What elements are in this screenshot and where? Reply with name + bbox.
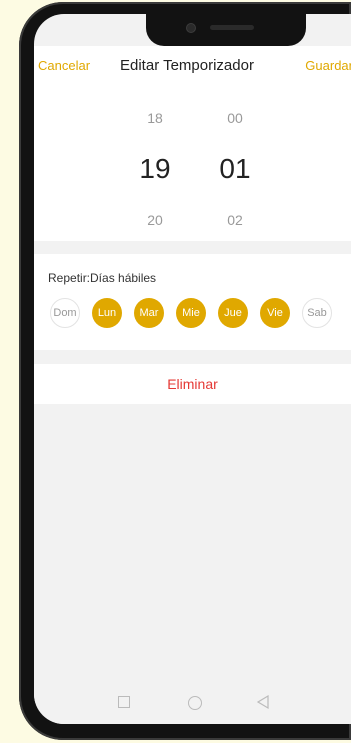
recent-apps-icon[interactable] (118, 696, 130, 708)
front-camera-icon (186, 23, 196, 33)
day-toggle-dom[interactable]: Dom (50, 298, 80, 328)
day-toggle-jue[interactable]: Jue (218, 298, 248, 328)
cancel-button[interactable]: Cancelar (38, 58, 90, 73)
day-toggle-mar[interactable]: Mar (134, 298, 164, 328)
day-toggle-lun[interactable]: Lun (92, 298, 122, 328)
time-picker[interactable]: 18 19 20 00 01 02 (34, 86, 351, 241)
phone-screen: Cancelar Editar Temporizador Guardar 18 … (34, 14, 351, 724)
hour-selected[interactable]: 19 (135, 153, 175, 185)
home-icon[interactable] (188, 696, 202, 710)
minute-prev[interactable]: 00 (215, 110, 255, 126)
minute-selected[interactable]: 01 (215, 153, 255, 185)
minute-next[interactable]: 02 (215, 212, 255, 228)
notch (146, 14, 306, 46)
hour-prev[interactable]: 18 (135, 110, 175, 126)
day-toggle-mie[interactable]: Mie (176, 298, 206, 328)
save-button[interactable]: Guardar (305, 58, 351, 73)
repeat-label: Repetir:Días hábiles (48, 271, 157, 285)
back-icon[interactable] (256, 694, 270, 710)
delete-button[interactable]: Eliminar (34, 376, 351, 392)
delete-row: Eliminar (34, 364, 351, 404)
repeat-section: Repetir:Días hábiles Dom Lun Mar Mie Jue… (34, 254, 351, 350)
page-title: Editar Temporizador (120, 57, 254, 74)
day-toggle-vie[interactable]: Vie (260, 298, 290, 328)
day-toggle-sab[interactable]: Sab (302, 298, 332, 328)
header-bar: Cancelar Editar Temporizador Guardar (34, 46, 351, 86)
hour-next[interactable]: 20 (135, 212, 175, 228)
system-nav-bar (34, 686, 351, 724)
speaker-grille (210, 25, 254, 30)
